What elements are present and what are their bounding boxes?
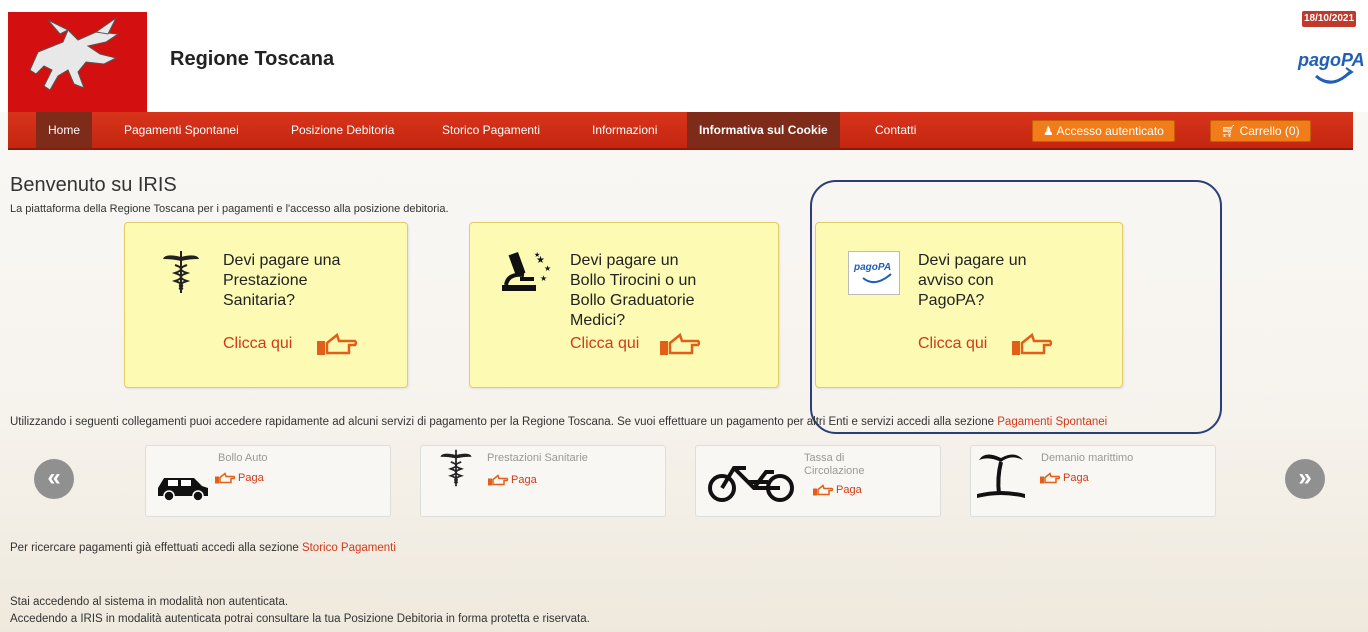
- microscope-icon: ★ ★ ★ ★: [498, 249, 554, 298]
- thumb-pointer-icon: [658, 331, 702, 362]
- card-avviso-pagopa[interactable]: pagoPA Devi pagare un avviso con PagoPA?…: [815, 222, 1123, 388]
- cart-button-label: Carrello (0): [1239, 124, 1300, 138]
- pegasus-logo-icon[interactable]: [8, 12, 147, 112]
- login-button[interactable]: ♟ Accesso autenticato: [1032, 120, 1175, 142]
- service-name: Bollo Auto: [218, 452, 268, 464]
- card-line: Bollo Tirocini o un: [570, 272, 697, 289]
- cart-button[interactable]: 🛒︎ Carrello (0): [1210, 120, 1311, 142]
- storico-pagamenti-link[interactable]: Storico Pagamenti: [302, 542, 396, 554]
- service-name: Prestazioni Sanitarie: [487, 452, 588, 464]
- thumb-pointer-icon: [214, 470, 236, 491]
- card-line: Devi pagare una: [223, 252, 341, 269]
- nav-contatti[interactable]: Contatti: [863, 112, 928, 148]
- card-bollo-tirocini[interactable]: ★ ★ ★ ★ Devi pagare un Bollo Tirocini o …: [469, 222, 779, 388]
- service-name: Circolazione: [804, 465, 865, 477]
- pagopa-logo-icon: pagoPA: [1296, 46, 1365, 94]
- svg-text:★: ★: [540, 274, 547, 283]
- card-line: PagoPA?: [918, 292, 985, 309]
- pagopa-logo-icon: pagoPA: [848, 251, 900, 295]
- card-cta[interactable]: Clicca qui: [223, 335, 292, 353]
- page-subtitle: La piattaforma della Regione Toscana per…: [10, 203, 449, 215]
- card-line: Devi pagare un: [570, 252, 679, 269]
- card-cta[interactable]: Clicca qui: [570, 335, 639, 353]
- page-title: Benvenuto su IRIS: [10, 174, 177, 196]
- paga-link[interactable]: Paga: [1063, 472, 1089, 484]
- auth-info: Accedendo a IRIS in modalità autenticata…: [10, 613, 590, 625]
- paga-link[interactable]: Paga: [836, 484, 862, 496]
- non-auth-info: Stai accedendo al sistema in modalità no…: [10, 596, 289, 608]
- services-info-text: Utilizzando i seguenti collegamenti puoi…: [10, 416, 995, 428]
- card-cta[interactable]: Clicca qui: [918, 335, 987, 353]
- storico-info-text: Per ricercare pagamenti già effettuati a…: [10, 542, 299, 554]
- thumb-pointer-icon: [487, 472, 509, 493]
- service-name: Demanio marittimo: [1041, 452, 1134, 464]
- nav-posizione-debitoria[interactable]: Posizione Debitoria: [279, 112, 406, 148]
- thumb-pointer-icon: [315, 331, 359, 362]
- nav-pagamenti-spontanei[interactable]: Pagamenti Spontanei: [112, 112, 251, 148]
- user-icon: ♟: [1043, 124, 1054, 138]
- login-button-label: Accesso autenticato: [1056, 124, 1164, 138]
- caduceus-icon: [161, 249, 201, 300]
- date-badge: 18/10/2021: [1302, 11, 1356, 27]
- service-demanio-marittimo[interactable]: Demanio marittimo Paga: [970, 445, 1216, 517]
- paga-link[interactable]: Paga: [511, 474, 537, 486]
- bicycle-icon: [704, 460, 800, 509]
- palm-icon: [975, 448, 1027, 509]
- card-prestazione-sanitaria[interactable]: Devi pagare una Prestazione Sanitaria? C…: [124, 222, 408, 388]
- site-header: Regione Toscana 18/10/2021 pagoPA: [0, 0, 1368, 112]
- site-title: Regione Toscana: [170, 48, 335, 70]
- thumb-pointer-icon: [1039, 470, 1061, 491]
- caduceus-icon: [431, 448, 481, 493]
- main-navbar: Home Pagamenti Spontanei Posizione Debit…: [8, 112, 1353, 150]
- service-name: Tassa di: [804, 452, 845, 464]
- service-tassa-circolazione[interactable]: Tassa di Circolazione Paga: [695, 445, 941, 517]
- svg-text:★: ★: [544, 264, 551, 273]
- service-prestazioni-sanitarie[interactable]: Prestazioni Sanitarie Paga: [420, 445, 666, 517]
- storico-info: Per ricercare pagamenti già effettuati a…: [10, 542, 396, 554]
- card-line: Prestazione: [223, 272, 308, 289]
- services-info: Utilizzando i seguenti collegamenti puoi…: [10, 416, 1107, 428]
- thumb-pointer-icon: [812, 482, 834, 503]
- pagamenti-spontanei-link[interactable]: Pagamenti Spontanei: [997, 416, 1107, 428]
- chevron-right-icon[interactable]: »: [1285, 459, 1325, 499]
- car-icon: [154, 468, 210, 507]
- card-line: Devi pagare un: [918, 252, 1027, 269]
- nav-informazioni[interactable]: Informazioni: [580, 112, 669, 148]
- cart-icon: 🛒︎: [1221, 124, 1237, 138]
- nav-informativa-cookie[interactable]: Informativa sul Cookie: [687, 112, 840, 148]
- card-line: Bollo Graduatorie: [570, 292, 695, 309]
- paga-link[interactable]: Paga: [238, 472, 264, 484]
- chevron-left-icon[interactable]: «: [34, 459, 74, 499]
- card-line: avviso con: [918, 272, 994, 289]
- card-line: Sanitaria?: [223, 292, 296, 309]
- nav-storico-pagamenti[interactable]: Storico Pagamenti: [430, 112, 552, 148]
- svg-text:★: ★: [534, 251, 540, 259]
- thumb-pointer-icon: [1010, 331, 1054, 362]
- service-bollo-auto[interactable]: Bollo Auto Paga: [145, 445, 391, 517]
- nav-home[interactable]: Home: [36, 112, 93, 148]
- card-line: Medici?: [570, 312, 626, 329]
